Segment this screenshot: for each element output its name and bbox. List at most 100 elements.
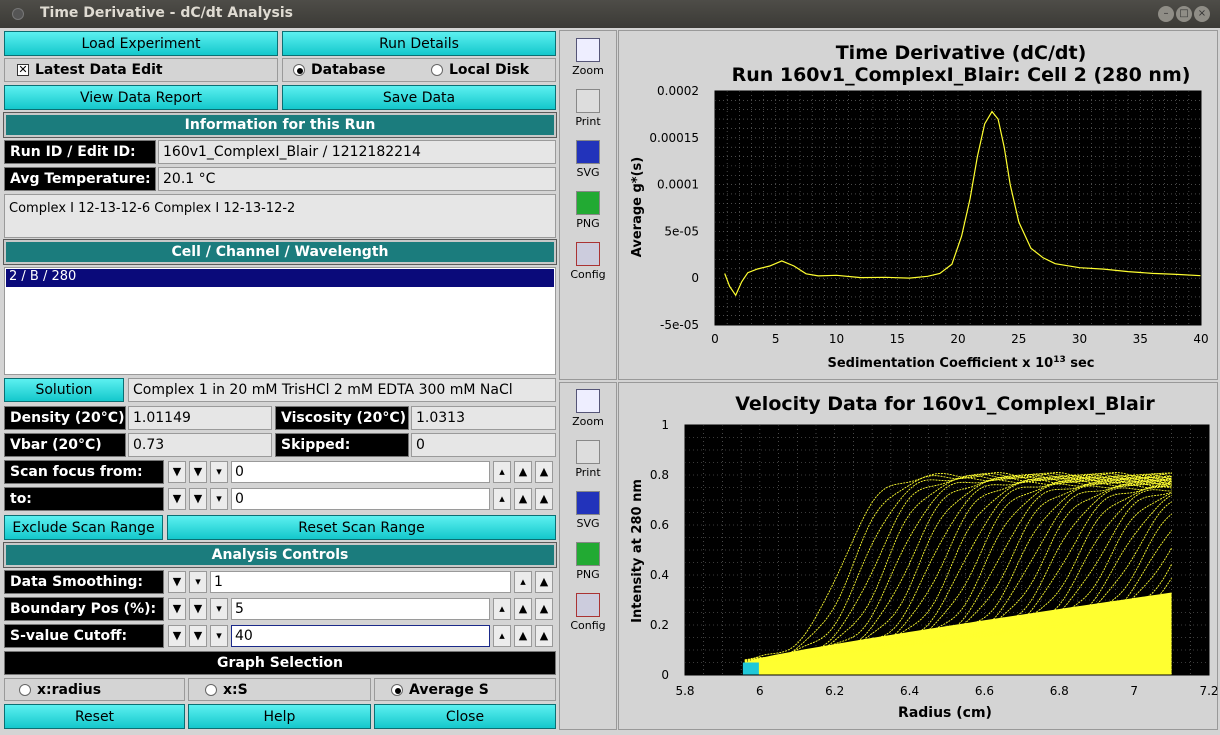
cutoff-input[interactable]: 40	[231, 625, 490, 647]
double-down-icon[interactable]: ▼	[189, 461, 207, 483]
scan-to-input[interactable]: 0	[231, 488, 490, 510]
triple-up-icon[interactable]: ▲	[535, 488, 553, 510]
graph-option-average-s[interactable]: Average S	[374, 678, 556, 701]
run-id-label: Run ID / Edit ID:	[4, 140, 156, 164]
config-icon	[576, 242, 600, 266]
ccw-list-item[interactable]: 2 / B / 280	[6, 269, 554, 287]
dcdt-plot[interactable]: Time Derivative (dC/dt) Run 160v1_Comple…	[618, 30, 1218, 380]
zoom-tool[interactable]: Zoom	[561, 389, 615, 428]
png-tool[interactable]: PNG	[561, 542, 615, 581]
down-icon[interactable]: ▾	[210, 598, 228, 620]
double-down-icon[interactable]: ▼	[189, 625, 207, 647]
run-description: Complex I 12-13-12-6 Complex I 12-13-12-…	[4, 194, 556, 238]
down-icon[interactable]: ▾	[210, 488, 228, 510]
up-icon[interactable]: ▴	[493, 461, 511, 483]
svg-tool[interactable]: SVG	[561, 140, 615, 179]
y-tick-label: 1	[661, 418, 669, 432]
velocity-plot[interactable]: Velocity Data for 160v1_ComplexI_Blair R…	[618, 382, 1219, 730]
double-up-icon[interactable]: ▲	[535, 571, 553, 593]
down-icon[interactable]: ▾	[210, 461, 228, 483]
run-details-button[interactable]: Run Details	[282, 31, 556, 56]
up-icon[interactable]: ▴	[493, 488, 511, 510]
y-tick-label: 0.8	[650, 468, 669, 482]
solution-button[interactable]: Solution	[4, 378, 124, 402]
svg-tool[interactable]: SVG	[561, 491, 615, 530]
reset-button[interactable]: Reset	[4, 704, 185, 729]
radio-on-icon	[391, 683, 403, 696]
close-button[interactable]: Close	[374, 704, 556, 729]
dcdt-chart: Time Derivative (dC/dt) Run 160v1_Comple…	[630, 42, 1209, 371]
average-s-option-label: Average S	[409, 681, 489, 698]
x-tick-label: 7.2	[1199, 684, 1218, 698]
triple-up-icon[interactable]: ▲	[535, 598, 553, 620]
view-report-button[interactable]: View Data Report	[4, 85, 278, 110]
local-disk-label: Local Disk	[449, 62, 530, 78]
x-axis-label: Radius (cm)	[898, 705, 992, 721]
info-header: Information for this Run	[3, 112, 557, 138]
scan-from-input[interactable]: 0	[231, 461, 490, 483]
up-icon[interactable]: ▴	[514, 571, 532, 593]
source-selector: Database Local Disk	[282, 58, 556, 82]
print-label: Print	[575, 115, 601, 128]
png-label: PNG	[576, 217, 600, 230]
triple-down-icon[interactable]: ▼	[168, 625, 186, 647]
double-down-icon[interactable]: ▼	[189, 488, 207, 510]
smoothing-label: Data Smoothing:	[4, 570, 164, 594]
reset-scan-button[interactable]: Reset Scan Range	[167, 515, 556, 540]
chart-title: Velocity Data for 160v1_ComplexI_Blair	[735, 393, 1155, 415]
x-tick-label: 0	[711, 332, 719, 346]
double-up-icon[interactable]: ▲	[514, 461, 532, 483]
viscosity-value: 1.0313	[411, 406, 556, 430]
radius-option-label: x:radius	[37, 681, 102, 698]
config-label: Config	[570, 619, 606, 632]
window-menu-icon[interactable]	[12, 8, 24, 20]
minimize-icon[interactable]: –	[1158, 6, 1174, 22]
printer-icon	[576, 89, 600, 113]
up-icon[interactable]: ▴	[493, 598, 511, 620]
double-up-icon[interactable]: ▲	[514, 598, 532, 620]
radio-off-icon	[19, 683, 31, 696]
png-icon	[576, 542, 600, 566]
config-tool[interactable]: Config	[561, 242, 615, 281]
database-label: Database	[311, 62, 386, 78]
close-window-icon[interactable]: ×	[1194, 6, 1210, 22]
triple-down-icon[interactable]: ▼	[168, 488, 186, 510]
svg-icon	[576, 140, 600, 164]
skipped-label: Skipped:	[275, 433, 409, 457]
down-icon[interactable]: ▾	[210, 625, 228, 647]
graph-option-radius[interactable]: x:radius	[4, 678, 185, 701]
y-tick-label: 0.2	[650, 618, 669, 632]
zoom-tool[interactable]: Zoom	[561, 38, 615, 77]
database-radio[interactable]: Database	[293, 62, 386, 78]
up-icon[interactable]: ▴	[493, 625, 511, 647]
load-experiment-button[interactable]: Load Experiment	[4, 31, 278, 56]
triple-up-icon[interactable]: ▲	[535, 461, 553, 483]
double-down-icon[interactable]: ▼	[168, 571, 186, 593]
double-up-icon[interactable]: ▲	[514, 488, 532, 510]
double-up-icon[interactable]: ▲	[514, 625, 532, 647]
boundary-input[interactable]: 5	[231, 598, 490, 620]
graph-option-s[interactable]: x:S	[188, 678, 371, 701]
maximize-icon[interactable]: □	[1176, 6, 1192, 22]
exclude-scan-button[interactable]: Exclude Scan Range	[4, 515, 163, 540]
local-disk-radio[interactable]: Local Disk	[431, 62, 529, 78]
svg-icon	[576, 491, 600, 515]
y-tick-label: 0	[691, 271, 699, 285]
triple-down-icon[interactable]: ▼	[168, 461, 186, 483]
png-tool[interactable]: PNG	[561, 191, 615, 230]
save-data-button[interactable]: Save Data	[282, 85, 556, 110]
triple-down-icon[interactable]: ▼	[168, 598, 186, 620]
ccw-list[interactable]: 2 / B / 280	[4, 267, 556, 375]
triple-up-icon[interactable]: ▲	[535, 625, 553, 647]
down-icon[interactable]: ▾	[189, 571, 207, 593]
print-tool[interactable]: Print	[561, 89, 615, 128]
config-tool[interactable]: Config	[561, 593, 615, 632]
help-button[interactable]: Help	[188, 704, 371, 729]
png-label: PNG	[576, 568, 600, 581]
print-tool[interactable]: Print	[561, 440, 615, 479]
latest-edit-checkbox[interactable]: ✕ Latest Data Edit	[4, 58, 278, 82]
smoothing-input[interactable]: 1	[210, 571, 511, 593]
x-tick-label: 25	[1011, 332, 1026, 346]
png-icon	[576, 191, 600, 215]
double-down-icon[interactable]: ▼	[189, 598, 207, 620]
